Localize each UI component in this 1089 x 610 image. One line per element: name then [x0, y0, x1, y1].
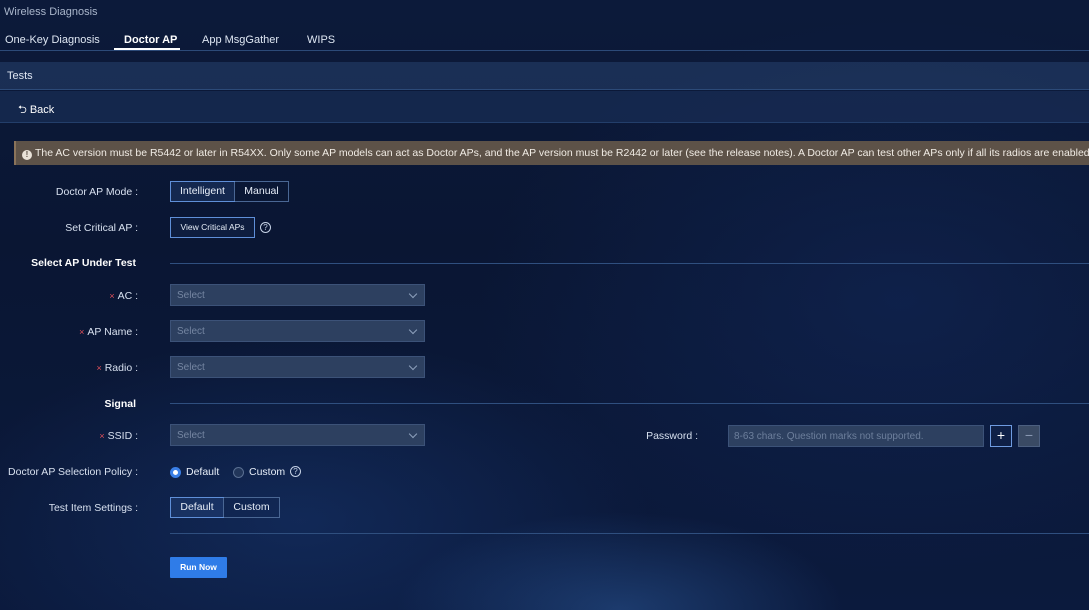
tab-doctor-ap[interactable]: Doctor AP — [124, 34, 177, 46]
radio-checked-icon — [170, 466, 181, 478]
selection-policy-label: Doctor AP Selection Policy : — [8, 466, 138, 478]
section-divider — [170, 263, 1089, 264]
password-label: Password : — [646, 430, 698, 442]
password-input[interactable]: 8-63 chars. Question marks not supported… — [728, 425, 984, 447]
policy-default-label: Default — [186, 466, 220, 478]
ap-name-select[interactable]: Select — [170, 320, 425, 342]
window-title: Wireless Diagnosis — [4, 6, 98, 18]
critical-ap-label: Set Critical AP : — [65, 222, 138, 234]
tab-app-msggather[interactable]: App MsgGather — [202, 34, 279, 46]
chevron-down-icon — [408, 289, 418, 299]
form-footer-divider — [170, 533, 1089, 534]
ap-name-select-placeholder: Select — [177, 326, 205, 337]
back-button[interactable]: ⮌ Back — [18, 101, 54, 120]
warning-circle-icon: ! — [22, 150, 32, 160]
signal-section-title: Signal — [104, 398, 136, 410]
back-label: Back — [29, 104, 55, 116]
required-mark: × — [79, 327, 85, 337]
test-default-option[interactable]: Default — [170, 497, 224, 518]
required-mark: × — [109, 291, 115, 301]
chevron-down-icon — [408, 325, 418, 335]
required-mark: × — [99, 431, 105, 441]
ap-name-label: × AP Name : — [79, 326, 138, 338]
section-header: Tests — [0, 62, 1089, 90]
radio-label: × Radio : — [96, 362, 138, 374]
chevron-down-icon — [408, 361, 418, 371]
remove-ssid-button[interactable]: − — [1018, 425, 1040, 447]
select-ap-section-title: Select AP Under Test — [31, 257, 136, 269]
policy-default-radio[interactable]: Default — [170, 465, 219, 479]
title-bar: Wireless Diagnosis — [0, 0, 1089, 26]
doctor-ap-mode-toggle: Intelligent Manual — [170, 181, 289, 202]
ssid-label: × SSID : — [99, 430, 138, 442]
radio-unchecked-icon — [233, 466, 244, 478]
back-bar: ⮌ Back — [0, 91, 1089, 123]
test-item-settings-label: Test Item Settings : — [48, 502, 138, 514]
help-icon[interactable]: ? — [260, 222, 271, 233]
section-divider — [170, 403, 1089, 404]
ssid-select[interactable]: Select — [170, 424, 425, 446]
radio-select[interactable]: Select — [170, 356, 425, 378]
ssid-select-placeholder: Select — [177, 430, 205, 441]
tab-one-key-diagnosis[interactable]: One-Key Diagnosis — [5, 34, 100, 46]
doctor-ap-mode-label: Doctor AP Mode : — [55, 186, 138, 198]
tab-wips[interactable]: WIPS — [307, 34, 335, 46]
test-custom-option[interactable]: Custom — [223, 498, 279, 517]
section-title: Tests — [7, 70, 33, 82]
chevron-down-icon — [408, 429, 418, 439]
active-tab-indicator — [114, 48, 180, 50]
mode-intelligent-option[interactable]: Intelligent — [170, 181, 235, 202]
back-arrow-icon: ⮌ — [18, 104, 27, 116]
password-placeholder: 8-63 chars. Question marks not supported… — [734, 431, 924, 442]
help-icon[interactable]: ? — [290, 466, 301, 477]
radio-select-placeholder: Select — [177, 362, 205, 373]
policy-custom-label: Custom — [249, 466, 286, 478]
version-notice: ! The AC version must be R5442 or later i… — [14, 141, 1089, 165]
tab-bar: One-Key Diagnosis Doctor AP App MsgGathe… — [0, 28, 1089, 51]
policy-custom-radio[interactable]: Custom — [233, 465, 285, 479]
add-ssid-button[interactable]: + — [990, 425, 1012, 447]
ac-select-placeholder: Select — [177, 290, 205, 301]
mode-manual-option[interactable]: Manual — [234, 182, 288, 201]
view-critical-aps-button[interactable]: View Critical APs — [170, 217, 255, 238]
notice-text: The AC version must be R5442 or later in… — [35, 147, 1089, 159]
ac-label: × AC : — [109, 290, 138, 302]
ac-select[interactable]: Select — [170, 284, 425, 306]
run-now-button[interactable]: Run Now — [170, 557, 227, 578]
required-mark: × — [96, 363, 102, 373]
test-item-settings-toggle: Default Custom — [170, 497, 280, 518]
